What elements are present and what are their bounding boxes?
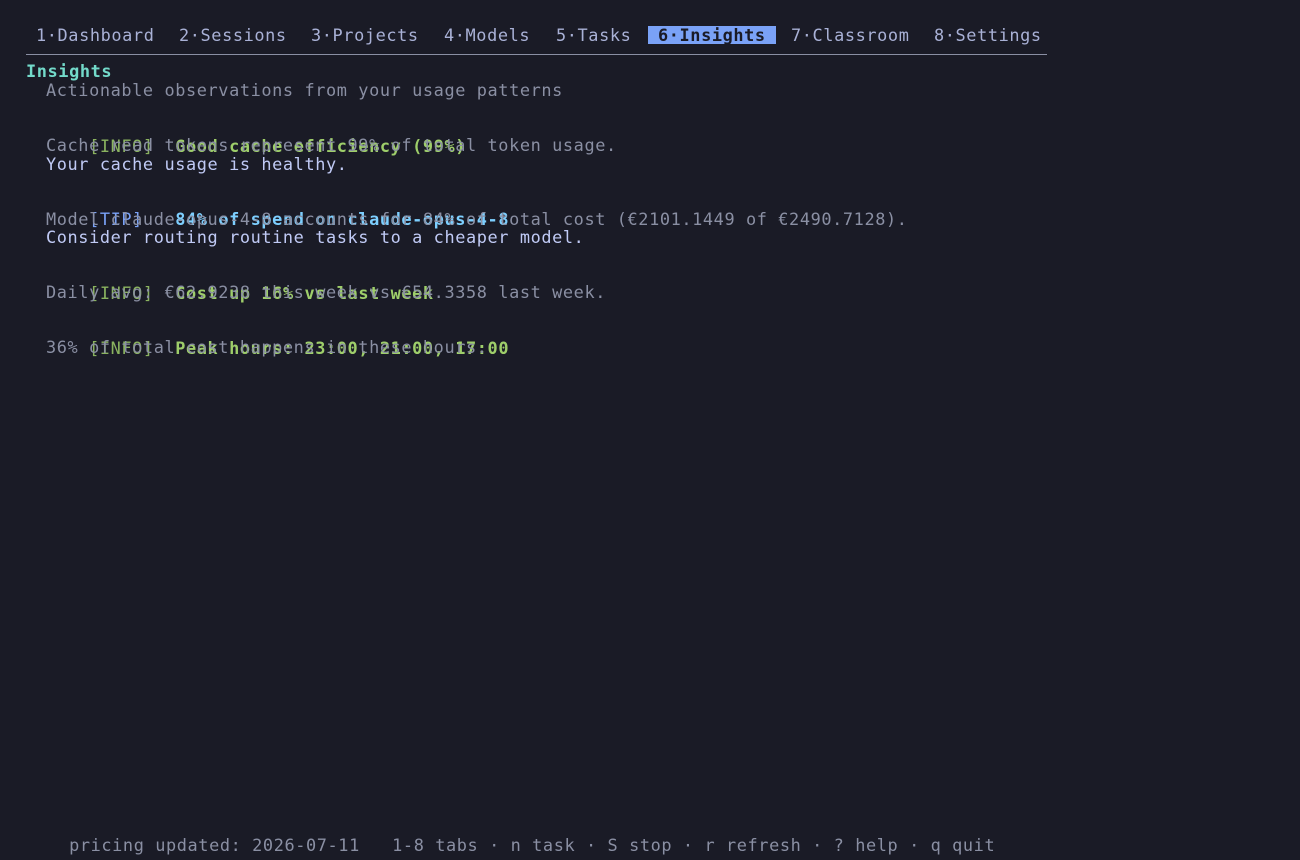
- insight-advice: Consider routing routine tasks to a chea…: [46, 227, 585, 247]
- status-bar: pricing updated: 2026-07-11 1-8 tabs · n…: [26, 815, 995, 860]
- tab-sessions[interactable]: 2·Sessions: [179, 26, 287, 44]
- terminal-screen: 1·Dashboard 2·Sessions 3·Projects 4·Mode…: [0, 0, 1300, 860]
- tab-models[interactable]: 4·Models: [444, 26, 530, 44]
- tab-bar: 1·Dashboard 2·Sessions 3·Projects 4·Mode…: [26, 26, 1047, 55]
- pricing-updated: pricing updated: 2026-07-11: [69, 835, 360, 855]
- insight-detail: 36% of total cost happens in these hours…: [46, 337, 488, 357]
- page-subtitle: Actionable observations from your usage …: [46, 80, 563, 100]
- tab-tasks[interactable]: 5·Tasks: [556, 26, 631, 44]
- tab-insights[interactable]: 6·Insights: [648, 26, 776, 44]
- tab-projects[interactable]: 3·Projects: [311, 26, 419, 44]
- insight-header: [TIP] 84% of spend on claude-opus-4-8: [46, 191, 509, 229]
- keybindings-help: 1-8 tabs · n task · S stop · r refresh ·…: [392, 835, 996, 855]
- insight-detail: Cache read tokens represent 99% of total…: [46, 135, 617, 155]
- tab-dashboard[interactable]: 1·Dashboard: [36, 26, 154, 44]
- page-title: Insights: [26, 61, 113, 81]
- tab-settings[interactable]: 8·Settings: [934, 26, 1042, 44]
- insight-detail: Daily avg: €62.9238 this week vs €54.335…: [46, 282, 606, 302]
- tab-classroom[interactable]: 7·Classroom: [791, 26, 909, 44]
- insight-advice: Your cache usage is healthy.: [46, 154, 348, 174]
